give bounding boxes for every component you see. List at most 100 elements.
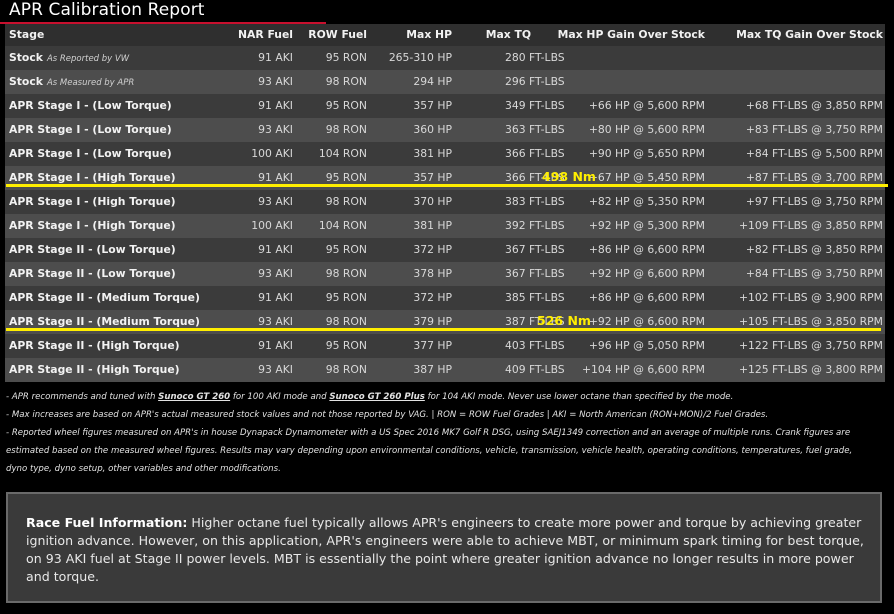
table-row: APR Stage II - (Low Torque) 93 AKI 98 RON 3… (5, 262, 885, 286)
table-row: APR Stage II - (Low Torque) 91 AKI 95 RON 3… (5, 238, 885, 262)
cell-stage: Stock As Reported by VW (9, 51, 130, 64)
table-row: APR Stage I - (High Torque) 93 AKI 98 RON 3… (5, 190, 885, 214)
table-row: APR Stage I - (Low Torque) 93 AKI 98 RON 36… (5, 118, 885, 142)
header-row-fuel: ROW Fuel (308, 28, 367, 41)
cell-max-tq: 296 FT-LBS (505, 75, 565, 88)
cell-max-tq: 367 FT-LBS (505, 267, 565, 280)
cell-hp-gain: +104 HP @ 6,600 RPM (581, 363, 705, 376)
table-row: Stock As Measured by APR 93 AKI 98 RON 294 H… (5, 70, 885, 94)
cell-max-hp: 372 HP (413, 291, 452, 304)
footnotes: - APR recommends and tuned with Sunoco G… (6, 388, 886, 478)
cell-max-hp: 381 HP (413, 147, 452, 160)
cell-max-tq: 363 FT-LBS (505, 123, 565, 136)
cell-hp-gain: +92 HP @ 5,300 RPM (588, 219, 705, 232)
footnote-fuel: - APR recommends and tuned with Sunoco G… (6, 392, 734, 402)
cell-stage: APR Stage I - (High Torque) (9, 195, 176, 208)
cell-stage: APR Stage II - (High Torque) (9, 363, 180, 376)
table-row: APR Stage II - (Medium Torque) 91 AKI 95 R… (5, 286, 885, 310)
cell-max-tq: 366 FT-LBS (505, 147, 565, 160)
cell-hp-gain: +66 HP @ 5,600 RPM (588, 99, 705, 112)
table-row: APR Stage II - (High Torque) 91 AKI 95 RON… (5, 334, 885, 358)
cell-max-hp: 265-310 HP (388, 51, 452, 64)
footnote-dyno-2: estimated based on the measured wheel fi… (6, 446, 853, 456)
sunoco-gt260-plus-link[interactable]: Sunoco GT 260 Plus (329, 392, 424, 402)
cell-max-tq: 409 FT-LBS (505, 363, 565, 376)
race-fuel-info-box: Race Fuel Information: Higher octane fue… (6, 492, 882, 603)
table-row: APR Stage II - (High Torque) 93 AKI 98 RON… (5, 358, 885, 382)
cell-stage: APR Stage II - (High Torque) (9, 339, 180, 352)
cell-nar-fuel: 91 AKI (258, 99, 293, 112)
cell-max-hp: 357 HP (413, 99, 452, 112)
header-stage: Stage (9, 28, 45, 41)
cell-max-tq: 383 FT-LBS (505, 195, 565, 208)
cell-nar-fuel: 91 AKI (258, 51, 293, 64)
race-fuel-label: Race Fuel Information: (26, 515, 188, 530)
cell-max-hp: 381 HP (413, 219, 452, 232)
cell-stage: Stock As Measured by APR (9, 75, 135, 88)
cell-hp-gain: +82 HP @ 5,350 RPM (588, 195, 705, 208)
table-row: APR Stage I - (Low Torque) 100 AKI 104 RON… (5, 142, 885, 166)
report-title-bar: APR Calibration Report (0, 0, 326, 24)
footnote-dyno-3: dyno type, dyno setup, other variables a… (6, 464, 281, 474)
cell-row-fuel: 95 RON (325, 99, 367, 112)
race-fuel-paragraph: Race Fuel Information: Higher octane fue… (26, 514, 871, 586)
cell-nar-fuel: 91 AKI (258, 339, 293, 352)
cell-row-fuel: 104 RON (318, 147, 367, 160)
table-row: APR Stage I - (High Torque) 100 AKI 104 RO… (5, 214, 885, 238)
cell-hp-gain: +86 HP @ 6,600 RPM (588, 291, 705, 304)
cell-tq-gain: +109 FT-LBS @ 3,850 RPM (738, 219, 883, 232)
cell-tq-gain: +102 FT-LBS @ 3,900 RPM (738, 291, 883, 304)
cell-stage: APR Stage II - (Medium Torque) (9, 291, 200, 304)
table-row: APR Stage I - (Low Torque) 91 AKI 95 RON 35… (5, 94, 885, 118)
sunoco-gt260-link[interactable]: Sunoco GT 260 (158, 392, 230, 402)
cell-max-hp: 378 HP (413, 267, 452, 280)
cell-tq-gain: +68 FT-LBS @ 3,850 RPM (745, 99, 883, 112)
table-row: Stock As Reported by VW 91 AKI 95 RON 265-31… (5, 46, 885, 70)
cell-max-hp: 387 HP (413, 363, 452, 376)
cell-hp-gain: +92 HP @ 6,600 RPM (588, 267, 705, 280)
cell-stage: APR Stage I - (Low Torque) (9, 99, 172, 112)
cell-nar-fuel: 93 AKI (258, 363, 293, 376)
cell-stage: APR Stage I - (High Torque) (9, 219, 176, 232)
highlight-underline (6, 328, 881, 331)
cell-row-fuel: 95 RON (325, 339, 367, 352)
cell-max-hp: 372 HP (413, 243, 452, 256)
cell-nar-fuel: 93 AKI (258, 123, 293, 136)
header-hp-gain: Max HP Gain Over Stock (557, 28, 705, 41)
cell-row-fuel: 95 RON (325, 291, 367, 304)
cell-tq-gain: +82 FT-LBS @ 3,850 RPM (745, 243, 883, 256)
table-header-row: Stage NAR Fuel ROW Fuel Max HP Max TQ Ma… (5, 24, 885, 46)
cell-max-tq: 349 FT-LBS (505, 99, 565, 112)
header-max-tq: Max TQ (485, 28, 531, 41)
cell-nar-fuel: 91 AKI (258, 243, 293, 256)
calibration-table: Stage NAR Fuel ROW Fuel Max HP Max TQ Ma… (5, 24, 888, 382)
cell-row-fuel: 95 RON (325, 51, 367, 64)
footnote-dyno-1: - Reported wheel figures measured on APR… (6, 428, 851, 438)
cell-hp-gain: +96 HP @ 5,050 RPM (588, 339, 705, 352)
cell-max-tq: 392 FT-LBS (505, 219, 565, 232)
cell-stage-note: As Reported by VW (46, 54, 130, 64)
footnote-increases: - Max increases are based on APR's actua… (6, 410, 769, 420)
cell-nar-fuel: 93 AKI (258, 267, 293, 280)
cell-max-tq: 367 FT-LBS (505, 243, 565, 256)
cell-row-fuel: 98 RON (325, 363, 367, 376)
cell-nar-fuel: 93 AKI (258, 195, 293, 208)
cell-tq-gain: +125 FT-LBS @ 3,800 RPM (738, 363, 883, 376)
cell-stage: APR Stage I - (Low Torque) (9, 123, 172, 136)
cell-row-fuel: 98 RON (325, 195, 367, 208)
header-nar-fuel: NAR Fuel (237, 28, 293, 41)
cell-tq-gain: +84 FT-LBS @ 3,750 RPM (745, 267, 883, 280)
cell-max-hp: 377 HP (413, 339, 452, 352)
cell-stage: APR Stage II - (Low Torque) (9, 243, 176, 256)
cell-stage-note: As Measured by APR (46, 78, 135, 88)
cell-nar-fuel: 91 AKI (258, 291, 293, 304)
cell-max-hp: 294 HP (413, 75, 452, 88)
cell-nar-fuel: 100 AKI (251, 147, 293, 160)
cell-row-fuel: 98 RON (325, 75, 367, 88)
cell-tq-gain: +84 FT-LBS @ 5,500 RPM (745, 147, 883, 160)
cell-tq-gain: +97 FT-LBS @ 3,750 RPM (745, 195, 883, 208)
report-title: APR Calibration Report (9, 0, 205, 20)
header-tq-gain: Max TQ Gain Over Stock (736, 28, 883, 41)
cell-row-fuel: 98 RON (325, 267, 367, 280)
cell-hp-gain: +90 HP @ 5,650 RPM (588, 147, 705, 160)
